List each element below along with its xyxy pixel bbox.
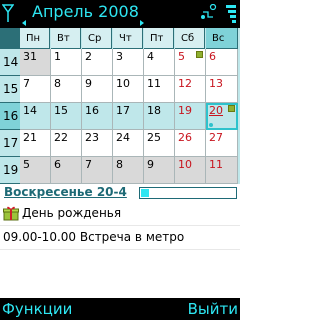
title-bar: Апрель 2008 — [0, 0, 240, 28]
day-number: 20 — [209, 104, 223, 117]
options-softkey[interactable]: Функции — [2, 299, 72, 319]
day-cell[interactable]: 21 — [20, 130, 51, 157]
day-cell[interactable]: 6 — [206, 49, 238, 76]
day-cell[interactable]: 10 — [175, 157, 206, 184]
day-cell[interactable]: 12 — [175, 76, 206, 103]
softkey-bar: Функции Выйти — [0, 298, 240, 320]
selected-day-header: Воскресенье 20-4 — [0, 184, 240, 202]
day-cell[interactable]: 14 — [20, 103, 51, 130]
day-cell[interactable]: 7 — [82, 157, 113, 184]
entry-title: 09.00-10.00 Встреча в метро — [3, 230, 185, 244]
day-cell[interactable]: 26 — [175, 130, 206, 157]
day-cell[interactable]: 9 — [144, 157, 175, 184]
list-item[interactable]: День рожденья — [0, 202, 240, 226]
day-cell[interactable]: 19 — [175, 103, 206, 130]
weekday-header: Пт — [144, 28, 174, 49]
weekday-header-row: Пн Вт Ср Чт Пт Сб Вс — [20, 28, 238, 49]
selected-day-title: Воскресенье 20-4 — [4, 185, 127, 199]
month-calendar: Пн Вт Ср Чт Пт Сб Вс 14 15 16 17 19 31 1… — [0, 28, 240, 184]
month-title: Апрель 2008 — [32, 2, 139, 21]
exit-softkey[interactable]: Выйти — [188, 299, 238, 319]
list-item[interactable]: 09.00-10.00 Встреча в метро — [0, 226, 240, 250]
day-progress-bar — [139, 187, 237, 199]
day-cell-selected[interactable]: 20 — [206, 103, 238, 130]
day-cell[interactable]: 11 — [144, 76, 175, 103]
day-cell[interactable]: 11 — [206, 157, 238, 184]
connectivity-icon — [201, 4, 217, 19]
day-cell[interactable]: 16 — [82, 103, 113, 130]
battery-icon — [226, 5, 236, 23]
week-number: 14 — [0, 49, 20, 76]
day-cell[interactable]: 5 — [20, 157, 51, 184]
meeting-dot-icon — [209, 123, 213, 127]
day-cell[interactable]: 27 — [206, 130, 238, 157]
entry-title: День рожденья — [22, 206, 122, 220]
next-month-arrow-icon[interactable] — [140, 20, 144, 26]
day-number: 5 — [178, 50, 185, 63]
weekday-header-selected: Вс — [206, 28, 238, 49]
day-cell[interactable]: 1 — [51, 49, 82, 76]
day-progress-fill — [141, 189, 149, 197]
day-cell[interactable]: 8 — [113, 157, 144, 184]
week-number-selected: 16 — [0, 103, 20, 130]
day-cell[interactable]: 9 — [82, 76, 113, 103]
prev-month-arrow-icon[interactable] — [22, 20, 26, 26]
day-cell[interactable]: 7 — [20, 76, 51, 103]
day-cell[interactable]: 17 — [113, 103, 144, 130]
week-number-column: 14 15 16 17 19 — [0, 49, 20, 184]
day-cell[interactable]: 23 — [82, 130, 113, 157]
day-cell-with-event[interactable]: 5 — [175, 49, 206, 76]
week-number: 19 — [0, 157, 20, 184]
day-cell[interactable]: 15 — [51, 103, 82, 130]
signal-antenna-icon — [2, 4, 14, 22]
day-cell[interactable]: 2 — [82, 49, 113, 76]
day-cell[interactable]: 10 — [113, 76, 144, 103]
gift-icon — [3, 206, 19, 221]
calendar-corner — [0, 28, 20, 49]
day-cell[interactable]: 25 — [144, 130, 175, 157]
weekday-header: Вт — [51, 28, 81, 49]
day-grid: 31 1 2 3 4 5 6 7 8 9 10 11 12 13 14 15 1… — [20, 49, 238, 184]
weekday-header: Чт — [113, 28, 143, 49]
day-cell[interactable]: 8 — [51, 76, 82, 103]
day-cell[interactable]: 22 — [51, 130, 82, 157]
weekday-header: Ср — [82, 28, 112, 49]
day-entries-list: День рожденья 09.00-10.00 Встреча в метр… — [0, 202, 240, 298]
weekday-header: Пн — [20, 28, 50, 49]
day-cell[interactable]: 18 — [144, 103, 175, 130]
day-cell[interactable]: 24 — [113, 130, 144, 157]
day-cell[interactable]: 6 — [51, 157, 82, 184]
gift-icon — [228, 105, 235, 112]
week-number: 17 — [0, 130, 20, 157]
week-number: 15 — [0, 76, 20, 103]
weekday-header: Сб — [175, 28, 205, 49]
day-cell[interactable]: 31 — [20, 49, 51, 76]
day-cell[interactable]: 3 — [113, 49, 144, 76]
day-cell[interactable]: 4 — [144, 49, 175, 76]
gift-icon — [196, 51, 203, 58]
day-cell[interactable]: 13 — [206, 76, 238, 103]
